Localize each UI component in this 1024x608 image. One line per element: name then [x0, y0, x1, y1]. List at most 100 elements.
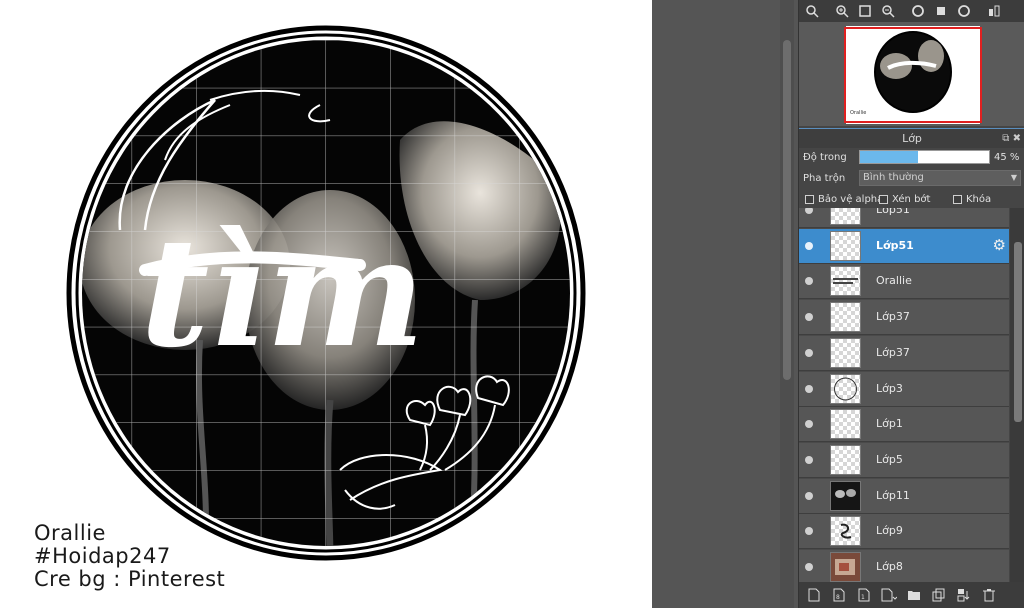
paint-app-window: tìm Orallie #Hoidap247 Cre bg : Pinteres… — [0, 0, 1024, 608]
svg-text:tìm: tìm — [140, 205, 425, 381]
clipping-label: Xén bớt — [892, 194, 931, 205]
signature-line-2: #Hoidap247 — [34, 544, 171, 568]
layer-row[interactable]: Lớp37 — [799, 335, 1009, 371]
layer-name: Lớp9 — [876, 524, 903, 538]
layer-thumbnail — [830, 516, 861, 547]
layer-name: Lớp5 — [876, 452, 903, 466]
new-folder-icon[interactable] — [903, 585, 925, 605]
layer-name: Lớp11 — [876, 488, 910, 502]
layer-row[interactable]: Lớp11 — [799, 478, 1009, 514]
fit-window-icon[interactable] — [854, 1, 876, 21]
protect-alpha-checkbox[interactable]: Bảo vệ alpha — [805, 194, 883, 205]
rotate-right-icon[interactable] — [953, 1, 975, 21]
layer-row[interactable]: Lớp9 — [799, 514, 1009, 550]
zoom-in-icon[interactable] — [831, 1, 853, 21]
navigator-view-frame[interactable] — [844, 27, 982, 123]
visibility-toggle-icon[interactable] — [805, 491, 813, 500]
navigator-preview[interactable]: Orallie — [799, 22, 1024, 126]
opacity-slider[interactable] — [859, 150, 990, 164]
layer-name: Lớp3 — [876, 381, 903, 395]
layer-list: Lớp51 Lớp51 ⚙ Orallie Lớp37 Lớp37 Lớp3 Lớp1 Lớp5… — [799, 208, 1009, 582]
chevron-down-icon: ▼ — [1010, 173, 1017, 182]
duplicate-layer-icon[interactable] — [928, 585, 950, 605]
lock-label: Khóa — [966, 194, 992, 205]
blend-mode-label: Pha trộn — [803, 173, 846, 184]
signature-line-1: Orallie — [34, 521, 106, 545]
layer-thumbnail — [830, 373, 861, 404]
reset-view-icon[interactable] — [930, 1, 952, 21]
popout-icon[interactable]: ⧉ — [1002, 133, 1009, 144]
new-layer-icon[interactable] — [803, 585, 825, 605]
layer-row[interactable]: Lớp5 — [799, 442, 1009, 478]
lock-checkbox[interactable]: Khóa — [953, 194, 991, 205]
visibility-toggle-icon[interactable] — [805, 348, 813, 357]
drawing-canvas[interactable]: tìm Orallie #Hoidap247 Cre bg : Pinteres… — [0, 0, 652, 608]
visibility-toggle-icon[interactable] — [805, 455, 813, 464]
layer-name: Lớp37 — [876, 345, 910, 359]
visibility-toggle-icon[interactable] — [805, 277, 813, 286]
layer-name: Lớp1 — [876, 417, 903, 431]
add-layer-menu-icon[interactable] — [878, 585, 900, 605]
blend-mode-value: Bình thường — [863, 172, 924, 183]
delete-layer-icon[interactable] — [978, 585, 1000, 605]
layer-thumbnail — [830, 409, 861, 440]
layer-row[interactable]: Lớp8 — [799, 550, 1009, 582]
visibility-toggle-icon[interactable] — [805, 527, 813, 536]
blend-mode-select[interactable]: Bình thường ▼ — [859, 170, 1021, 186]
opacity-label: Độ trong — [803, 152, 847, 163]
merge-down-icon[interactable] — [953, 585, 975, 605]
layer-thumbnail — [830, 302, 861, 333]
visibility-toggle-icon[interactable] — [805, 241, 813, 250]
rotate-left-icon[interactable] — [907, 1, 929, 21]
opacity-row: Độ trong 45 % — [799, 148, 1024, 168]
layer-row[interactable]: Lớp51 ⚙ — [799, 228, 1009, 264]
opacity-value: 45 % — [994, 152, 1020, 163]
layer-thumbnail — [830, 444, 861, 475]
opacity-slider-fill — [860, 151, 919, 163]
layer-thumbnail — [830, 266, 861, 297]
layer-thumbnail — [830, 480, 861, 511]
layer-name: Lớp51 — [876, 208, 910, 216]
layer-row[interactable]: Lớp3 — [799, 371, 1009, 407]
signature-text: Orallie #Hoidap247 Cre bg : Pinterest — [34, 522, 225, 591]
close-icon[interactable]: ✖ — [1013, 133, 1021, 144]
zoom-fit-icon[interactable] — [801, 1, 823, 21]
new-layer-1bit-icon[interactable]: 1 — [853, 585, 875, 605]
layer-thumbnail — [830, 552, 861, 582]
visibility-toggle-icon[interactable] — [805, 208, 813, 214]
layer-name: Orallie — [876, 274, 912, 288]
layers-panel-title: Lớp — [902, 132, 922, 145]
signature-line-3: Cre bg : Pinterest — [34, 567, 226, 591]
right-panel: Orallie Lớp ⧉ ✖ Độ trong 45 % Pha trộn B… — [798, 0, 1024, 608]
layer-toolbar: 8 1 — [799, 582, 1024, 608]
layer-row[interactable]: Lớp37 — [799, 300, 1009, 336]
zoom-out-icon[interactable] — [877, 1, 899, 21]
layer-row[interactable]: Lớp1 — [799, 407, 1009, 443]
visibility-toggle-icon[interactable] — [805, 384, 813, 393]
canvas-vertical-scrollbar[interactable] — [780, 0, 794, 608]
layer-name: Lớp37 — [876, 310, 910, 324]
new-layer-8bit-icon[interactable]: 8 — [828, 585, 850, 605]
layer-name: Lớp8 — [876, 560, 903, 573]
layer-name: Lớp51 — [876, 238, 914, 252]
layer-list-scroll-thumb[interactable] — [1014, 242, 1022, 422]
navigator-toolbar — [799, 0, 1024, 22]
layer-thumbnail — [830, 337, 861, 368]
layer-row[interactable]: Lớp51 — [799, 208, 1009, 228]
clipping-checkbox[interactable]: Xén bớt — [879, 194, 930, 205]
workspace-background — [652, 0, 798, 608]
visibility-toggle-icon[interactable] — [805, 563, 813, 571]
gear-icon[interactable]: ⚙ — [993, 236, 1006, 254]
canvas-scroll-thumb[interactable] — [783, 40, 791, 380]
flip-icon[interactable] — [983, 1, 1005, 21]
visibility-toggle-icon[interactable] — [805, 313, 813, 322]
layer-list-scrollbar[interactable] — [1010, 208, 1024, 582]
protect-alpha-label: Bảo vệ alpha — [818, 194, 884, 205]
artwork: tìm — [66, 25, 586, 561]
layers-panel-header: Lớp ⧉ ✖ — [799, 128, 1024, 148]
checkbox-box — [879, 195, 888, 204]
layer-row[interactable]: Orallie — [799, 264, 1009, 300]
svg-text:8: 8 — [836, 594, 840, 601]
blend-row: Pha trộn Bình thường ▼ — [799, 168, 1024, 188]
visibility-toggle-icon[interactable] — [805, 420, 813, 429]
